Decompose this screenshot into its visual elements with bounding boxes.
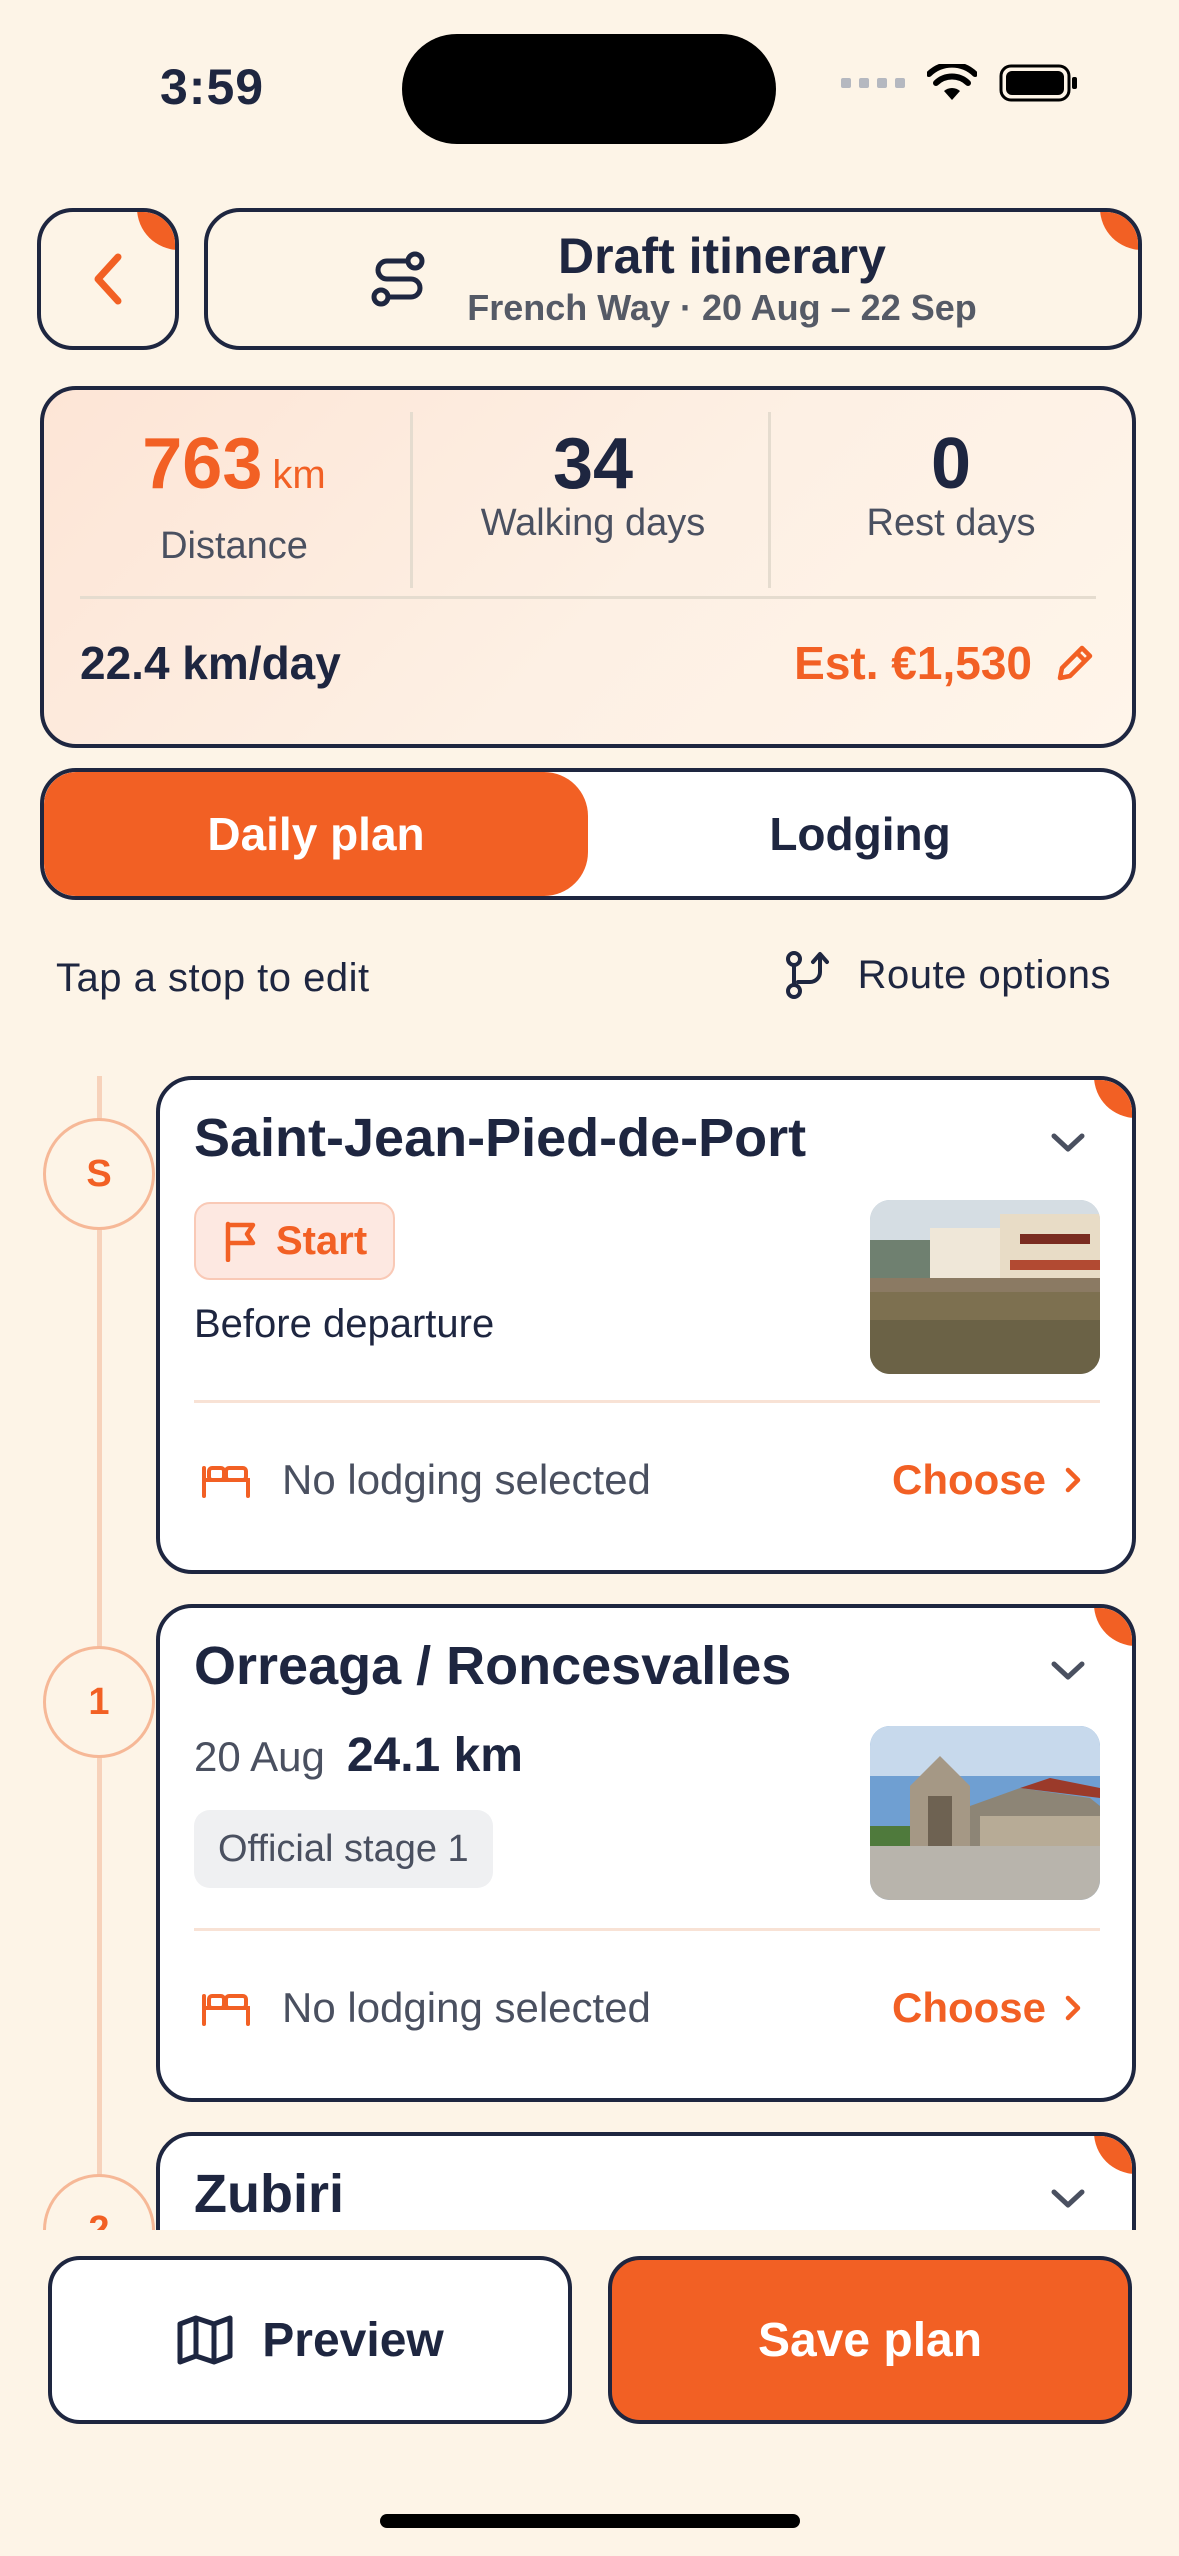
bed-icon [202, 1994, 250, 2026]
tab-lodging[interactable]: Lodging [588, 772, 1132, 896]
lodging-status-label: No lodging selected [282, 1984, 651, 2031]
chevron-right-icon [1065, 1995, 1081, 2021]
stage-info: 20 Aug 24.1 km [194, 1728, 523, 1783]
stop-name: Orreaga / Roncesvalles [194, 1636, 792, 1696]
route-icon [371, 251, 425, 307]
chevron-down-icon[interactable] [1048, 2184, 1088, 2212]
distance-unit: km [272, 453, 326, 497]
battery-icon [999, 64, 1077, 102]
stop-note: Before departure [194, 1302, 495, 1346]
stop-photo [870, 1726, 1100, 1900]
choose-lodging-button[interactable]: Choose [892, 1984, 1082, 2032]
status-icons [841, 64, 1079, 102]
page-title: Draft itinerary [558, 228, 886, 284]
wifi-icon [927, 64, 977, 100]
stats-card: 763 km Distance 34 Walking days 0 Rest da… [40, 386, 1136, 748]
home-indicator [380, 2514, 800, 2528]
corner-accent [117, 212, 175, 270]
official-stage-badge: Official stage 1 [194, 1810, 493, 1888]
chevron-down-icon[interactable] [1048, 1128, 1088, 1156]
stage-distance: 24.1 km [346, 1729, 523, 1782]
start-badge: Start [194, 1202, 396, 1280]
dynamic-island [402, 34, 776, 144]
tab-daily-plan[interactable]: Daily plan [44, 772, 588, 896]
pencil-icon[interactable] [1052, 640, 1098, 686]
choose-label: Choose [891, 1456, 1046, 1503]
stop-card[interactable]: Saint-Jean-Pied-de-Port Start Before dep… [156, 1076, 1136, 1574]
stop-name: Zubiri [194, 2164, 344, 2224]
map-icon [177, 2315, 233, 2365]
divider [80, 596, 1096, 599]
rest-days-label: Rest days [866, 502, 1036, 544]
cellular-dots-icon [841, 78, 905, 88]
lodging-status: No lodging selected [200, 1984, 651, 2032]
distance-value: 763 [142, 424, 263, 504]
stop-marker: 1 [43, 1646, 155, 1758]
itinerary-title-card: Draft itinerary French Way · 20 Aug – 22… [204, 208, 1142, 350]
bed-icon [202, 1466, 250, 1498]
rest-days-value: 0 [930, 424, 972, 504]
corner-accent [1080, 212, 1138, 270]
start-badge-label: Start [276, 1218, 368, 1263]
rest-days-stat: 0 Rest days [781, 420, 1121, 545]
preview-button[interactable]: Preview [48, 2256, 572, 2424]
distance-label: Distance [160, 525, 308, 567]
choose-lodging-button[interactable]: Choose [892, 1456, 1082, 1504]
branch-icon [785, 951, 829, 999]
walking-days-stat: 34 Walking days [423, 420, 763, 545]
page-subtitle: French Way · 20 Aug – 22 Sep [467, 287, 977, 328]
stop-marker: S [43, 1118, 155, 1230]
divider [194, 1928, 1100, 1931]
distance-stat: 763 km Distance [64, 420, 404, 568]
chevron-down-icon[interactable] [1048, 1656, 1088, 1684]
lodging-status: No lodging selected [200, 1456, 651, 1504]
divider [768, 412, 771, 588]
walking-days-value: 34 [552, 424, 634, 504]
stop-photo [870, 1200, 1100, 1374]
divider [194, 1400, 1100, 1403]
stop-name: Saint-Jean-Pied-de-Port [194, 1108, 807, 1168]
stage-date: 20 Aug [194, 1733, 325, 1780]
save-plan-button[interactable]: Save plan [608, 2256, 1132, 2424]
preview-label: Preview [262, 2313, 444, 2367]
route-options-button[interactable]: Route options [782, 950, 1111, 1000]
cost-estimate[interactable]: Est. €1,530 [794, 636, 1098, 690]
back-button[interactable] [37, 208, 179, 350]
route-options-label: Route options [857, 952, 1111, 997]
chevron-right-icon [1065, 1467, 1081, 1493]
status-time: 3:59 [160, 59, 265, 115]
view-toggle: Daily plan Lodging [40, 768, 1136, 900]
choose-label: Choose [891, 1984, 1046, 2031]
lodging-status-label: No lodging selected [282, 1456, 651, 1503]
stop-card[interactable]: Orreaga / Roncesvalles 20 Aug 24.1 km Of… [156, 1604, 1136, 2102]
divider [410, 412, 413, 588]
edit-hint: Tap a stop to edit [56, 956, 370, 1000]
walking-days-label: Walking days [480, 502, 706, 544]
daily-pace: 22.4 km/day [80, 637, 341, 689]
flag-icon [225, 1221, 256, 1262]
cost-estimate-label: Est. €1,530 [794, 637, 1032, 689]
